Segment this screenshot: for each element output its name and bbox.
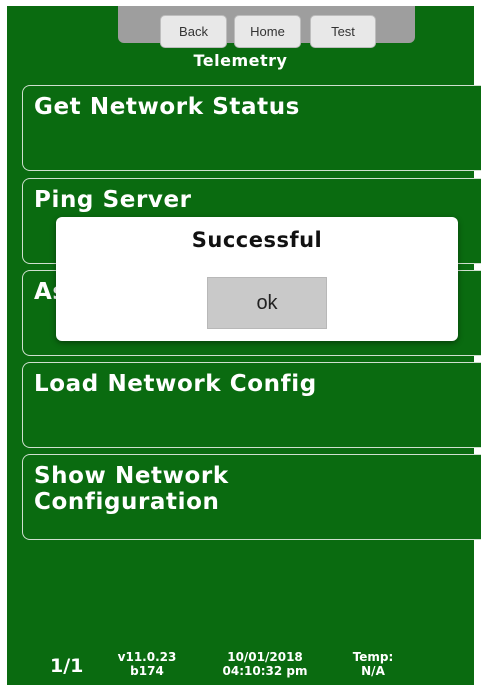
- menu-label: Show Network Configuration: [34, 463, 229, 515]
- build-text: b174: [130, 664, 164, 678]
- test-button[interactable]: Test: [310, 15, 376, 48]
- date-text: 10/01/2018: [227, 650, 303, 664]
- back-button[interactable]: Back: [160, 15, 227, 48]
- page-indicator: 1/1: [50, 655, 84, 677]
- temp-label: Temp:: [352, 650, 394, 664]
- get-network-status-button[interactable]: Get Network Status: [22, 85, 481, 171]
- version-text: v11.0.23: [117, 650, 177, 664]
- temperature-info: Temp: N/A: [338, 650, 408, 678]
- show-network-configuration-button[interactable]: Show Network Configuration: [22, 454, 481, 540]
- dialog-message: Successful: [191, 228, 323, 252]
- version-info: v11.0.23 b174: [107, 650, 187, 678]
- temp-value: N/A: [361, 664, 385, 678]
- menu-label: Ping Server: [34, 187, 192, 213]
- menu-label: Get Network Status: [34, 94, 300, 120]
- success-dialog: Successful ok: [56, 217, 458, 341]
- load-network-config-button[interactable]: Load Network Config: [22, 362, 481, 448]
- datetime-info: 10/01/2018 04:10:32 pm: [205, 650, 325, 678]
- screen-title: Telemetry: [193, 51, 288, 70]
- home-button[interactable]: Home: [234, 15, 301, 48]
- time-text: 04:10:32 pm: [222, 664, 308, 678]
- ok-button[interactable]: ok: [207, 277, 327, 329]
- menu-label: Load Network Config: [34, 371, 317, 397]
